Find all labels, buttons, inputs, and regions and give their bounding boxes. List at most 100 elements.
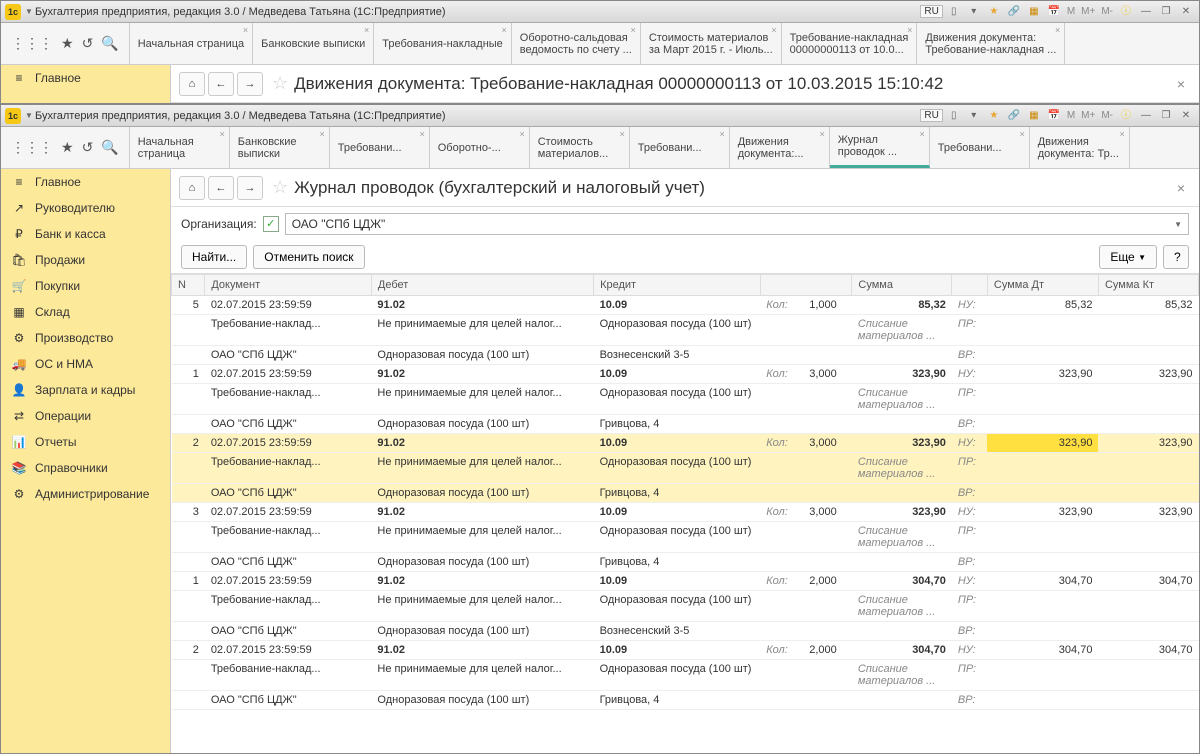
mem-mplus[interactable]: M+ [1079,6,1097,17]
tab-close-icon[interactable]: × [771,25,776,35]
sidebar-item[interactable]: 👤Зарплата и кадры [1,377,170,403]
tab[interactable]: ×Требовани... [330,127,430,168]
home-button[interactable]: ⌂ [179,72,205,96]
table-row[interactable]: 2 02.07.2015 23:59:59 91.02 10.09 Кол: 2… [172,641,1199,660]
tab-close-icon[interactable]: × [907,25,912,35]
tab[interactable]: ×Требовани... [630,127,730,168]
dropdown-icon[interactable]: ▼ [1174,220,1182,229]
link-icon[interactable]: 🔗 [1005,4,1023,20]
table-row[interactable]: ОАО "СПб ЦДЖ" Одноразовая посуда (100 шт… [172,415,1199,434]
table-row[interactable]: ОАО "СПб ЦДЖ" Одноразовая посуда (100 шт… [172,622,1199,641]
nav-back-button[interactable]: ← [208,176,234,200]
star-icon[interactable]: ★ [985,108,1003,124]
info-icon[interactable]: ⓘ [1117,108,1135,124]
apps-icon[interactable]: ⋮⋮⋮ [11,35,53,52]
link-icon[interactable]: 🔗 [1005,108,1023,124]
tab-close-icon[interactable]: × [719,129,724,139]
maximize-icon[interactable]: ❐ [1157,4,1175,20]
th-sdt[interactable]: Сумма Дт [987,275,1098,296]
table-row[interactable]: Требование-наклад... Не принимаемые для … [172,591,1199,622]
tab[interactable]: ×Начальнаястраница [130,127,230,168]
page-close-icon[interactable]: × [1171,76,1191,92]
star-icon[interactable]: ★ [61,139,74,156]
lang-indicator[interactable]: RU [920,5,942,18]
th-deb[interactable]: Дебет [371,275,593,296]
tab-close-icon[interactable]: × [319,129,324,139]
mem-m[interactable]: M [1065,6,1077,17]
tab[interactable]: ×Журналпроводок ... [830,127,930,168]
sidebar-item[interactable]: ⇄Операции [1,403,170,429]
sidebar-item[interactable]: ↗Руководителю [1,195,170,221]
close-icon[interactable]: ✕ [1177,108,1195,124]
tab[interactable]: ×Требование-накладная00000000113 от 10.0… [782,23,918,64]
th-skt[interactable]: Сумма Кт [1098,275,1198,296]
favorite-star-icon[interactable]: ☆ [272,177,288,198]
cancel-search-button[interactable]: Отменить поиск [253,245,364,269]
mem-mminus[interactable]: M- [1099,110,1115,121]
tab[interactable]: ×Стоимостьматериалов... [530,127,630,168]
star-icon[interactable]: ★ [985,4,1003,20]
sidebar-item[interactable]: ⚙Производство [1,325,170,351]
table-row[interactable]: ОАО "СПб ЦДЖ" Одноразовая посуда (100 шт… [172,691,1199,710]
table-row[interactable]: ОАО "СПб ЦДЖ" Одноразовая посуда (100 шт… [172,484,1199,503]
mem-mplus[interactable]: M+ [1079,110,1097,121]
help-button[interactable]: ? [1163,245,1189,269]
calc-icon[interactable]: ▦ [1025,4,1043,20]
table-row[interactable]: 1 02.07.2015 23:59:59 91.02 10.09 Кол: 3… [172,365,1199,384]
nav-back-button[interactable]: ← [208,72,234,96]
th-nu[interactable] [952,275,988,296]
table-row[interactable]: 2 02.07.2015 23:59:59 91.02 10.09 Кол: 3… [172,434,1199,453]
table-row[interactable]: Требование-наклад... Не принимаемые для … [172,315,1199,346]
calendar-icon[interactable]: 📅 [1045,4,1063,20]
th-kol[interactable] [760,275,852,296]
sidebar-item[interactable]: ₽Банк и касса [1,221,170,247]
org-check-icon[interactable]: ✓ [263,216,279,232]
tab[interactable]: ×Требования-накладные [374,23,512,64]
tab-close-icon[interactable]: × [1055,25,1060,35]
sidebar-item[interactable]: 🚚ОС и НМА [1,351,170,377]
tab[interactable]: ×Оборотно-сальдоваяведомость по счету ..… [512,23,641,64]
minimize-icon[interactable]: — [1137,108,1155,124]
sidebar-item[interactable]: 📚Справочники [1,455,170,481]
favorite-star-icon[interactable]: ☆ [272,73,288,94]
sidebar-item[interactable]: ⚙Администрирование [1,481,170,507]
sidebar-item[interactable]: ▦Склад [1,299,170,325]
home-button[interactable]: ⌂ [179,176,205,200]
tab-close-icon[interactable]: × [1019,129,1024,139]
sidebar-item[interactable]: 🛒Покупки [1,273,170,299]
menu-dropdown-icon[interactable]: ▼ [25,111,35,120]
info-icon[interactable]: ⓘ [1117,4,1135,20]
search-icon[interactable]: 🔍 [101,35,118,52]
minimize-icon[interactable]: — [1137,4,1155,20]
tab[interactable]: ×Движения документа:Требование-накладная… [917,23,1065,64]
tab-close-icon[interactable]: × [219,129,224,139]
th-sum[interactable]: Сумма [852,275,952,296]
th-doc[interactable]: Документ [205,275,372,296]
tab-close-icon[interactable]: × [631,25,636,35]
page-close-icon[interactable]: × [1171,180,1191,196]
menu-dropdown-icon[interactable]: ▼ [25,7,35,16]
table-row[interactable]: ОАО "СПб ЦДЖ" Одноразовая посуда (100 шт… [172,553,1199,572]
table-row[interactable]: Требование-наклад... Не принимаемые для … [172,522,1199,553]
th-n[interactable]: N [172,275,205,296]
org-input[interactable]: ОАО "СПб ЦДЖ" ▼ [285,213,1189,235]
nav-fwd-button[interactable]: → [237,176,263,200]
tab[interactable]: ×Требовани... [930,127,1030,168]
tab[interactable]: ×Стоимость материаловза Март 2015 г. - И… [641,23,782,64]
tab[interactable]: ×Движениядокумента:... [730,127,830,168]
star-icon[interactable]: ★ [61,35,74,52]
sidebar-item[interactable]: 📊Отчеты [1,429,170,455]
table-row[interactable]: ОАО "СПб ЦДЖ" Одноразовая посуда (100 шт… [172,346,1199,365]
tab-close-icon[interactable]: × [502,25,507,35]
tb-icon[interactable]: ▯ [945,108,963,124]
sidebar-item[interactable]: ≡Главное [1,169,170,195]
lang-indicator[interactable]: RU [920,109,942,122]
tab[interactable]: ×Движениядокумента: Тр... [1030,127,1130,168]
tb-icon[interactable]: ▾ [965,108,983,124]
tb-icon[interactable]: ▾ [965,4,983,20]
close-icon[interactable]: ✕ [1177,4,1195,20]
find-button[interactable]: Найти... [181,245,247,269]
history-icon[interactable]: ↺ [82,139,94,156]
maximize-icon[interactable]: ❐ [1157,108,1175,124]
tab[interactable]: ×Банковскиевыписки [230,127,330,168]
